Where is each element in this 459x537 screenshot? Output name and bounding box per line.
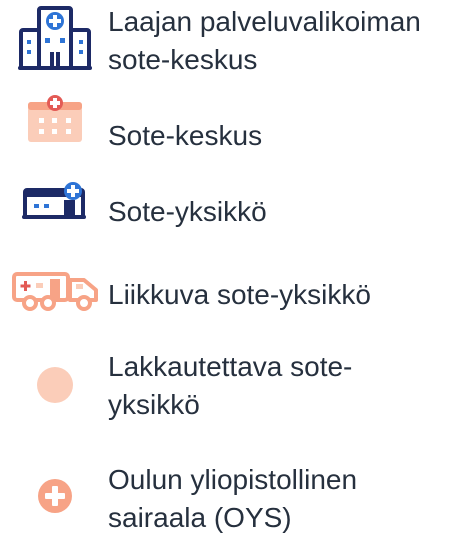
legend-item-closing-unit: Lakkautettava sote- yksikkö <box>0 345 459 435</box>
legend-item-mobile-unit: Liikkuva sote-yksikkö <box>0 262 459 322</box>
legend-label: Sote-keskus <box>108 120 263 151</box>
legend-label: Laajan palveluvalikoiman sote-keskus <box>108 6 421 75</box>
legend-label: Lakkautettava sote- yksikkö <box>108 351 353 420</box>
legend-label: Oulun yliopistollinen sairaala (OYS) <box>108 464 358 533</box>
large-hospital-building-icon <box>18 4 92 72</box>
legend-label: Sote-yksikkö <box>108 196 267 227</box>
legend-item-health-center: Sote-keskus <box>0 90 459 160</box>
legend-item-university-hospital: Oulun yliopistollinen sairaala (OYS) <box>0 456 459 534</box>
mobile-unit-truck-icon <box>12 270 102 312</box>
closing-unit-circle-icon <box>36 366 74 404</box>
health-unit-building-icon <box>22 182 88 220</box>
health-center-building-icon <box>26 94 84 144</box>
legend-item-large-health-center: Laajan palveluvalikoiman sote-keskus <box>0 0 459 80</box>
legend-item-health-unit: Sote-yksikkö <box>0 178 459 238</box>
legend-label: Liikkuva sote-yksikkö <box>108 279 371 310</box>
university-hospital-cross-icon <box>37 478 73 514</box>
map-legend: Laajan palveluvalikoiman sote-keskus Sot… <box>0 0 459 534</box>
